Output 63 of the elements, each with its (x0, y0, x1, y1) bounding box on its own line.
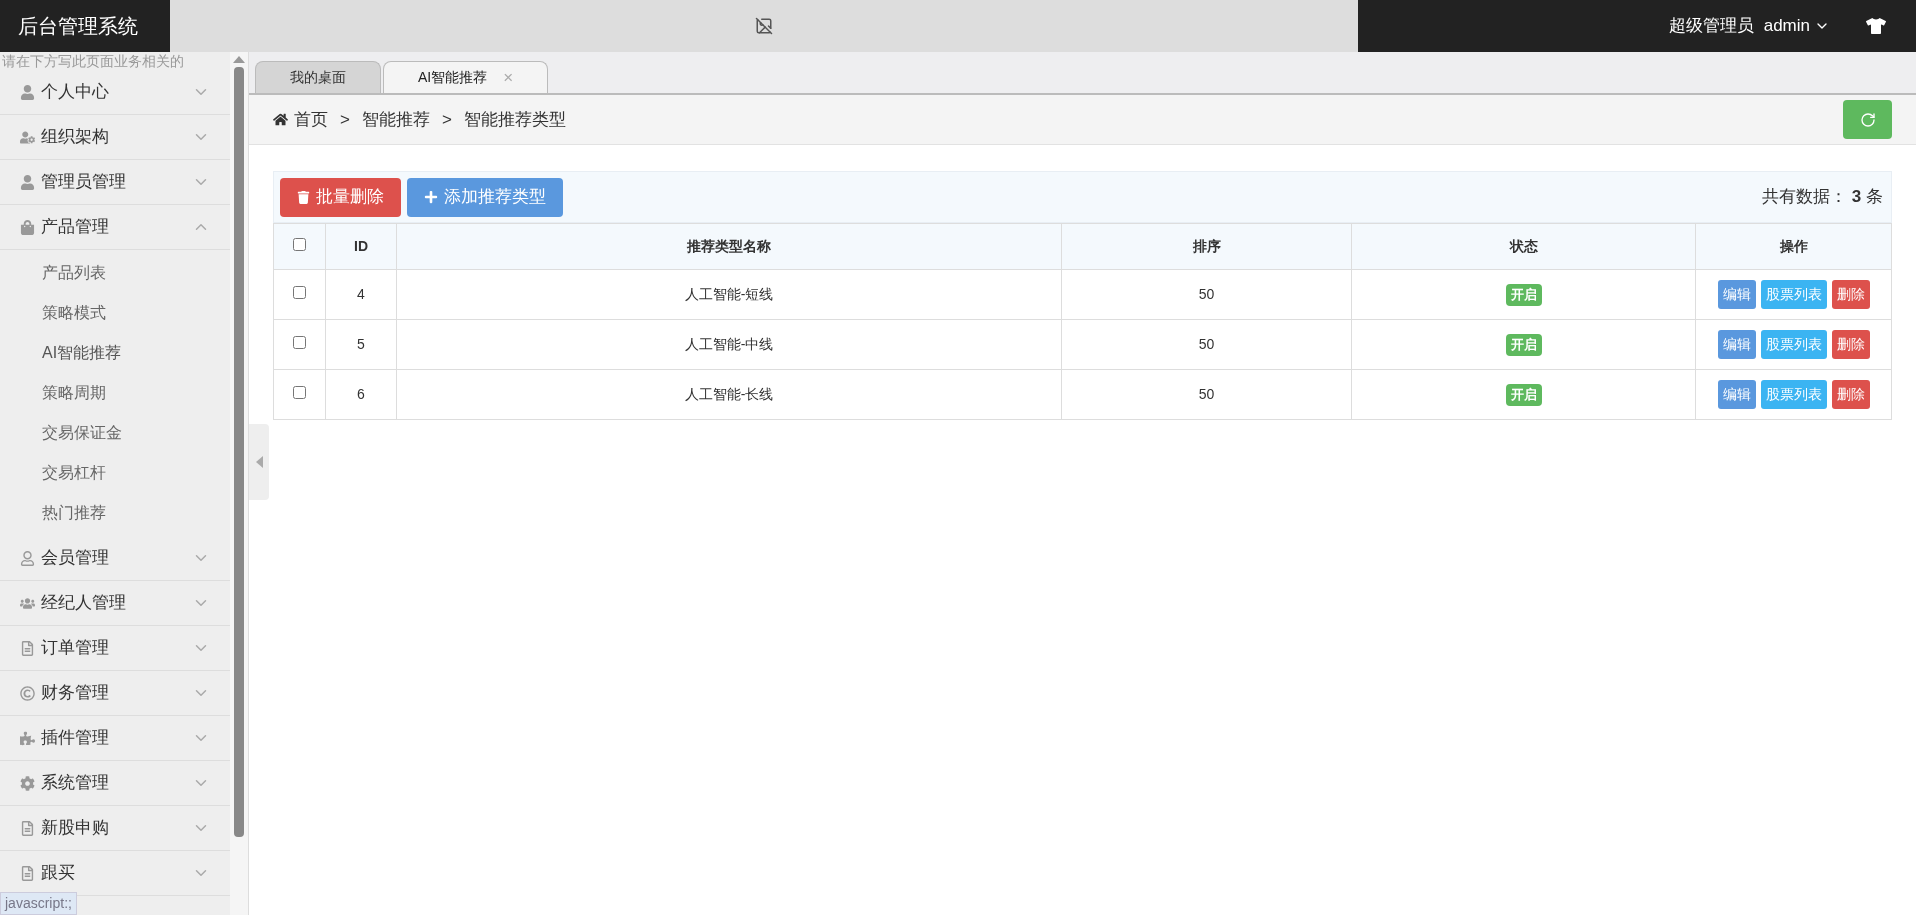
broken-image-icon (755, 17, 773, 35)
tab[interactable]: 我的桌面 (255, 61, 381, 93)
menu-icon (20, 730, 35, 746)
table-cell: 人工智能-长线 (396, 369, 1062, 420)
status-badge: 开启 (1505, 283, 1542, 306)
table-cell: 人工智能-中线 (396, 319, 1062, 370)
batch-delete-button[interactable]: 批量删除 (280, 177, 401, 217)
column-header: 推荐类型名称 (396, 223, 1062, 270)
submenu-item[interactable]: 热门推荐 (0, 493, 230, 533)
submenu-item[interactable]: 交易保证金 (0, 413, 230, 453)
breadcrumb-link[interactable]: 首页 (294, 106, 328, 133)
table-cell: 6 (325, 369, 397, 420)
breadcrumb-separator: > (441, 108, 452, 131)
column-header: ID (325, 223, 397, 270)
menu-icon (20, 129, 35, 145)
submenu-item[interactable]: 交易杠杆 (0, 453, 230, 493)
user-menu[interactable]: admin (1763, 13, 1830, 39)
menu-icon (20, 550, 35, 566)
collapse-handle[interactable] (249, 424, 269, 500)
table-cell: 50 (1061, 319, 1352, 370)
menu-icon (20, 84, 35, 100)
breadcrumb-link[interactable]: 智能推荐 (361, 106, 430, 133)
menu-icon (20, 685, 35, 701)
total-count: 共有数据： 3 条 (1762, 186, 1884, 209)
menu-icon (20, 595, 35, 611)
home-icon (273, 112, 288, 127)
table-cell: 人工智能-短线 (396, 269, 1062, 320)
menu-icon (20, 174, 35, 190)
column-header: 状态 (1351, 223, 1696, 270)
tshirt-icon[interactable] (1866, 16, 1886, 36)
submenu-item[interactable]: 策略模式 (0, 293, 230, 333)
delete-button[interactable]: 删除 (1831, 330, 1870, 359)
delete-button[interactable]: 删除 (1831, 380, 1870, 409)
select-all-checkbox[interactable] (293, 238, 306, 251)
column-header: 排序 (1061, 223, 1352, 270)
table-cell: 50 (1061, 369, 1352, 420)
submenu-item[interactable]: AI智能推荐 (0, 333, 230, 373)
row-checkbox[interactable] (293, 386, 306, 399)
app-title: 后台管理系统 (17, 14, 139, 39)
hint-text: 请在下方写此页面业务相关的 (1, 52, 185, 70)
row-checkbox[interactable] (293, 336, 306, 349)
row-checkbox[interactable] (293, 286, 306, 299)
tab[interactable]: AI智能推荐 × (383, 61, 549, 93)
menu-icon (20, 820, 35, 836)
delete-button[interactable]: 删除 (1831, 280, 1870, 309)
status-badge: 开启 (1505, 333, 1542, 356)
table-cell: 4 (325, 269, 397, 320)
refresh-icon (1859, 111, 1876, 128)
plus-icon (424, 190, 438, 204)
table-cell: 5 (325, 319, 397, 370)
table-cell: 50 (1061, 269, 1352, 320)
trash-icon (297, 190, 310, 204)
menu-icon (20, 865, 35, 881)
submenu-item[interactable]: 产品列表 (0, 253, 230, 293)
status-badge: 开启 (1505, 383, 1542, 406)
column-header: 操作 (1695, 223, 1892, 270)
menu-icon (20, 775, 35, 791)
submenu-item[interactable]: 策略周期 (0, 373, 230, 413)
status-bar: javascript:; (0, 892, 77, 915)
menu-icon (20, 640, 35, 656)
user-role: 超级管理员 (1668, 15, 1754, 38)
breadcrumb-separator: > (340, 108, 350, 131)
menu-icon (20, 219, 35, 235)
